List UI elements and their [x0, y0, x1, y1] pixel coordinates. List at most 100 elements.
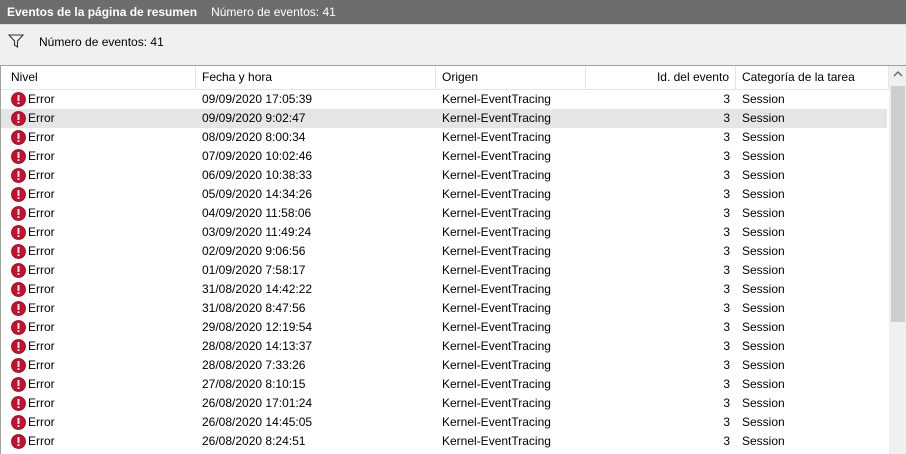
error-icon [11, 244, 26, 259]
table-header: Nivel Fecha y hora Origen Id. del evento… [1, 66, 889, 90]
level-cell: Error [9, 223, 195, 242]
source-cell: Kernel-EventTracing [442, 111, 551, 125]
level-cell: Error [9, 413, 195, 432]
level-cell: Error [9, 394, 195, 413]
column-header-event-id[interactable]: Id. del evento [586, 66, 736, 90]
level-label: Error [28, 339, 55, 353]
source-cell: Kernel-EventTracing [442, 149, 551, 163]
level-cell: Error [9, 109, 195, 128]
table-row[interactable]: Error 04/09/2020 11:58:06 Kernel-EventTrac… [1, 204, 887, 223]
date-cell: 31/08/2020 14:42:22 [202, 282, 313, 296]
level-label: Error [28, 263, 55, 277]
column-header-date[interactable]: Fecha y hora [196, 66, 436, 90]
title-event-count: Número de eventos: 41 [211, 5, 336, 19]
event-id-cell: 3 [723, 225, 730, 239]
column-header-task-category[interactable]: Categoría de la tarea [736, 66, 889, 90]
date-cell: 09/09/2020 17:05:39 [202, 92, 313, 106]
level-cell: Error [9, 318, 195, 337]
event-id-cell: 3 [723, 320, 730, 334]
source-cell: Kernel-EventTracing [442, 396, 551, 410]
table-row[interactable]: Error 26/08/2020 17:01:24 Kernel-EventTrac… [1, 394, 887, 413]
table-row[interactable]: Error 07/09/2020 10:02:46 Kernel-EventTrac… [1, 147, 887, 166]
table-row[interactable]: Error 29/08/2020 12:19:54 Kernel-EventTrac… [1, 318, 887, 337]
source-cell: Kernel-EventTracing [442, 377, 551, 391]
event-id-cell: 3 [723, 434, 730, 448]
date-cell: 09/09/2020 9:02:47 [202, 111, 306, 125]
level-cell: Error [9, 147, 195, 166]
table-row[interactable]: Error 09/09/2020 17:05:39 Kernel-EventTrac… [1, 90, 887, 109]
table-row[interactable]: Error 03/09/2020 11:49:24 Kernel-EventTrac… [1, 223, 887, 242]
date-cell: 08/09/2020 8:00:34 [202, 130, 306, 144]
column-header-level[interactable]: Nivel [1, 66, 196, 90]
level-label: Error [28, 377, 55, 391]
table-row[interactable]: Error 09/09/2020 9:02:47 Kernel-EventTraci… [1, 109, 887, 128]
error-icon [11, 130, 26, 145]
level-cell: Error [9, 185, 195, 204]
source-cell: Kernel-EventTracing [442, 358, 551, 372]
event-id-cell: 3 [723, 377, 730, 391]
column-header-source[interactable]: Origen [436, 66, 586, 90]
table-row[interactable]: Error 28/08/2020 14:13:37 Kernel-EventTrac… [1, 337, 887, 356]
date-cell: 02/09/2020 9:06:56 [202, 244, 306, 258]
task-category-cell: Session [742, 111, 785, 125]
source-cell: Kernel-EventTracing [442, 282, 551, 296]
task-category-cell: Session [742, 358, 785, 372]
table-row[interactable]: Error 28/08/2020 7:33:26 Kernel-EventTraci… [1, 356, 887, 375]
event-id-cell: 3 [723, 282, 730, 296]
table-row[interactable]: Error 02/09/2020 9:06:56 Kernel-EventTraci… [1, 242, 887, 261]
table-row[interactable]: Error 26/08/2020 14:45:05 Kernel-EventTrac… [1, 413, 887, 432]
error-icon [11, 301, 26, 316]
level-cell: Error [9, 280, 195, 299]
level-cell: Error [9, 204, 195, 223]
level-label: Error [28, 130, 55, 144]
level-cell: Error [9, 242, 195, 261]
date-cell: 06/09/2020 10:38:33 [202, 168, 313, 182]
date-cell: 28/08/2020 14:13:37 [202, 339, 313, 353]
date-cell: 26/08/2020 14:45:05 [202, 415, 313, 429]
table-row[interactable]: Error 08/09/2020 8:00:34 Kernel-EventTraci… [1, 128, 887, 147]
source-cell: Kernel-EventTracing [442, 263, 551, 277]
task-category-cell: Session [742, 320, 785, 334]
event-id-cell: 3 [723, 415, 730, 429]
scrollbar-thumb[interactable] [891, 86, 905, 322]
date-cell: 01/09/2020 7:58:17 [202, 263, 306, 277]
source-cell: Kernel-EventTracing [442, 434, 551, 448]
table-row[interactable]: Error 26/08/2020 8:24:51 Kernel-EventTraci… [1, 432, 887, 451]
table-row[interactable]: Error 06/09/2020 10:38:33 Kernel-EventTrac… [1, 166, 887, 185]
level-label: Error [28, 149, 55, 163]
source-cell: Kernel-EventTracing [442, 130, 551, 144]
source-cell: Kernel-EventTracing [442, 320, 551, 334]
date-cell: 26/08/2020 8:24:51 [202, 434, 306, 448]
error-icon [11, 396, 26, 411]
task-category-cell: Session [742, 168, 785, 182]
level-label: Error [28, 244, 55, 258]
date-cell: 04/09/2020 11:58:06 [202, 206, 312, 220]
level-label: Error [28, 415, 55, 429]
task-category-cell: Session [742, 244, 785, 258]
task-category-cell: Session [742, 377, 785, 391]
table-row[interactable]: Error 31/08/2020 14:42:22 Kernel-EventTrac… [1, 280, 887, 299]
date-cell: 05/09/2020 14:34:26 [202, 187, 313, 201]
event-id-cell: 3 [723, 206, 730, 220]
date-cell: 31/08/2020 8:47:56 [202, 301, 306, 315]
task-category-cell: Session [742, 206, 785, 220]
panel-title: Eventos de la página de resumen [7, 5, 198, 19]
error-icon [11, 149, 26, 164]
level-label: Error [28, 301, 55, 315]
table-row[interactable]: Error 31/08/2020 8:47:56 Kernel-EventTraci… [1, 299, 887, 318]
date-cell: 03/09/2020 11:49:24 [202, 225, 312, 239]
error-icon [11, 282, 26, 297]
error-icon [11, 206, 26, 221]
table-row[interactable]: Error 05/09/2020 14:34:26 Kernel-EventTrac… [1, 185, 887, 204]
level-label: Error [28, 206, 55, 220]
scroll-up-arrow-icon[interactable] [889, 66, 906, 83]
level-label: Error [28, 225, 55, 239]
event-id-cell: 3 [723, 92, 730, 106]
table-row[interactable]: Error 27/08/2020 8:10:15 Kernel-EventTraci… [1, 375, 887, 394]
task-category-cell: Session [742, 282, 785, 296]
source-cell: Kernel-EventTracing [442, 225, 551, 239]
vertical-scrollbar[interactable] [889, 66, 906, 454]
filter-icon[interactable] [8, 34, 24, 48]
table-row[interactable]: Error 01/09/2020 7:58:17 Kernel-EventTraci… [1, 261, 887, 280]
level-cell: Error [9, 299, 195, 318]
